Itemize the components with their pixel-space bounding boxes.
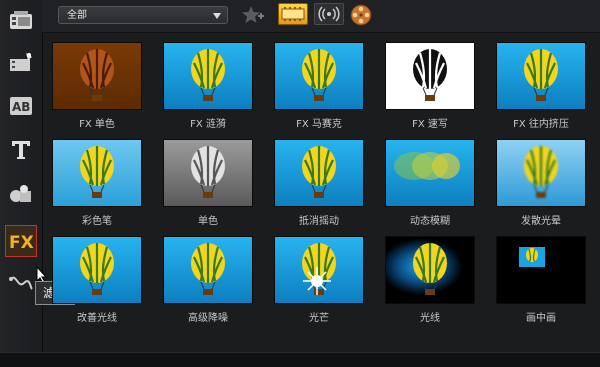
category-select[interactable]: 全部 <box>58 6 228 24</box>
filter-thumbnail[interactable] <box>496 139 586 207</box>
filter-thumbnail[interactable] <box>385 236 475 304</box>
filter-label: 画中画 <box>526 313 556 324</box>
filter-item[interactable]: 发散光晕 <box>492 133 600 228</box>
filter-item[interactable]: 高级降噪 <box>159 230 269 325</box>
filter-item[interactable]: FX 往内挤压 <box>492 36 600 131</box>
filter-thumbnail[interactable] <box>274 236 364 304</box>
filter-label: 发散光晕 <box>521 216 561 227</box>
filter-thumbnail[interactable] <box>52 139 142 207</box>
text-icon[interactable] <box>6 135 36 165</box>
filter-label: FX 马赛克 <box>296 119 342 130</box>
filter-label: FX 涟漪 <box>190 119 226 130</box>
filter-item[interactable]: FX 单色 <box>48 36 158 131</box>
filter-thumbnail[interactable] <box>496 42 586 110</box>
filter-item[interactable]: 抵消摇动 <box>270 133 380 228</box>
filter-label: 改善光线 <box>77 313 117 324</box>
filter-item[interactable]: 动态模糊 <box>381 133 491 228</box>
video-filter-button[interactable] <box>278 3 308 25</box>
motion-path-icon[interactable] <box>6 268 36 298</box>
filter-label: 单色 <box>198 216 218 227</box>
filter-thumbnail[interactable] <box>496 236 586 304</box>
filter-label: 彩色笔 <box>82 216 112 227</box>
svg-text:AB: AB <box>12 100 30 114</box>
filter-label: FX 往内挤压 <box>513 119 569 130</box>
video-filter-icon <box>281 7 305 21</box>
filter-thumbnail[interactable] <box>52 236 142 304</box>
filter-label: FX 单色 <box>79 119 115 130</box>
graphic-icon[interactable] <box>6 179 36 209</box>
filter-toolbar: 全部 <box>42 0 600 33</box>
filter-item[interactable]: FX 涟漪 <box>159 36 269 131</box>
filter-label: 光线 <box>420 313 440 324</box>
bottom-status-bar <box>0 352 600 367</box>
filter-thumbnail[interactable] <box>385 139 475 207</box>
filter-thumbnail[interactable] <box>52 42 142 110</box>
filter-label: 高级降噪 <box>188 313 228 324</box>
filter-label: 抵消摇动 <box>299 216 339 227</box>
transition-icon[interactable] <box>6 48 36 78</box>
filter-thumbnail[interactable] <box>274 139 364 207</box>
audio-filter-icon <box>318 6 340 22</box>
filter-thumbnail[interactable] <box>163 139 253 207</box>
media-icon[interactable] <box>6 6 36 36</box>
filter-label: FX 速写 <box>412 119 448 130</box>
filter-thumbnail[interactable] <box>163 236 253 304</box>
filter-thumbnail[interactable] <box>274 42 364 110</box>
filter-thumbnail[interactable] <box>163 42 253 110</box>
filter-item[interactable]: 光线 <box>381 230 491 325</box>
fx-filter-icon[interactable]: FX <box>5 225 37 257</box>
filter-item[interactable]: 改善光线 <box>48 230 158 325</box>
title-ab-icon[interactable]: AB <box>6 91 36 121</box>
filter-item[interactable]: 彩色笔 <box>48 133 158 228</box>
svg-text:FX: FX <box>9 233 34 252</box>
filter-label: 动态模糊 <box>410 216 450 227</box>
filter-thumbnail[interactable] <box>385 42 475 110</box>
filter-item[interactable]: 画中画 <box>492 230 600 325</box>
filter-item[interactable]: FX 速写 <box>381 36 491 131</box>
filter-label: 光芒 <box>309 313 329 324</box>
audio-filter-button[interactable] <box>314 3 344 25</box>
chevron-down-icon <box>213 13 221 19</box>
filter-item[interactable]: 光芒 <box>270 230 380 325</box>
film-reel-icon[interactable] <box>350 4 372 26</box>
filter-library-grid: FX 单色 FX 涟漪 FX 马赛克 FX 速写 FX 往内挤压 彩色笔 单色 … <box>48 36 600 352</box>
category-select-value: 全部 <box>67 10 87 21</box>
filter-star-icon[interactable] <box>240 4 266 26</box>
filter-item[interactable]: 单色 <box>159 133 269 228</box>
filter-item[interactable]: FX 马赛克 <box>270 36 380 131</box>
